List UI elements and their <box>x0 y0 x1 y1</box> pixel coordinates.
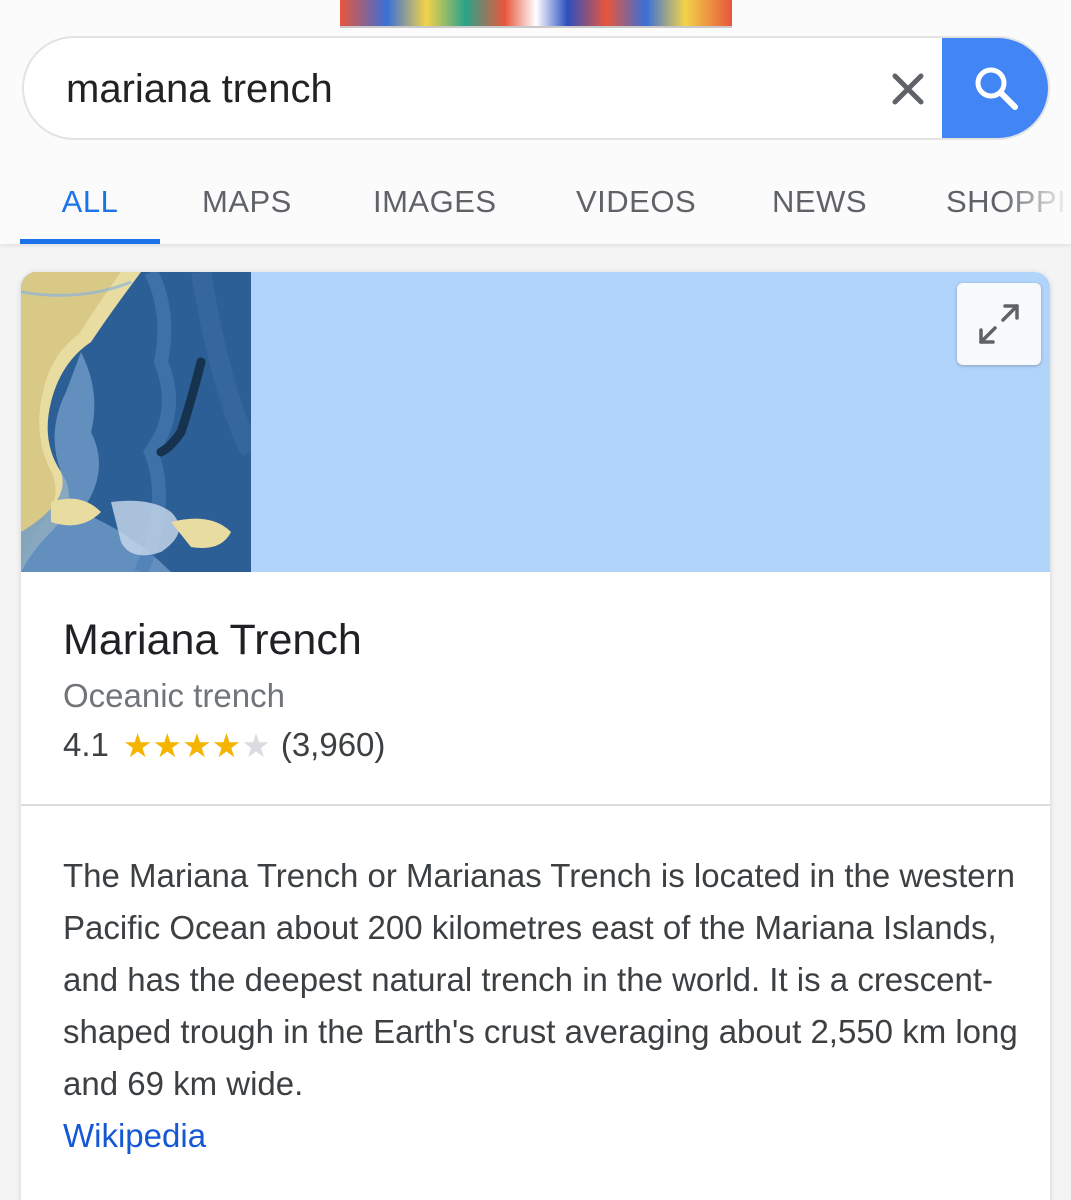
expand-icon <box>979 304 1019 344</box>
tab-images[interactable]: IMAGES <box>331 160 539 244</box>
tab-videos[interactable]: VIDEOS <box>534 160 738 244</box>
tab-maps[interactable]: MAPS <box>160 160 334 244</box>
star-empty-icon: ★ <box>241 726 271 764</box>
close-icon <box>892 73 924 105</box>
clear-button[interactable] <box>876 60 940 118</box>
description-text: The Mariana Trench or Marianas Trench is… <box>63 857 1018 1102</box>
search-button[interactable] <box>942 38 1048 138</box>
knowledge-panel: Mariana Trench Oceanic trench 4.1 ★ ★ ★ ★ ★ … <box>21 272 1050 1200</box>
divider <box>21 804 1050 806</box>
star-filled-icon: ★ <box>152 726 183 764</box>
search-icon <box>975 67 1018 110</box>
search-results-page: ALL MAPS IMAGES VIDEOS NEWS SHOPPI <box>0 0 1071 1200</box>
entity-header: Mariana Trench Oceanic trench 4.1 ★ ★ ★ ★ ★ … <box>63 612 385 768</box>
tab-news[interactable]: NEWS <box>730 160 909 244</box>
search-input[interactable] <box>66 64 826 114</box>
tab-all[interactable]: ALL <box>20 160 160 244</box>
rating-count[interactable]: (3,960) <box>281 726 386 764</box>
entity-description: The Mariana Trench or Marianas Trench is… <box>63 850 1023 1162</box>
rating-value: 4.1 <box>63 726 109 763</box>
star-filled-icon: ★ <box>182 726 212 764</box>
doodle-banner[interactable] <box>340 0 732 28</box>
search-box[interactable] <box>22 36 1050 140</box>
map-image <box>21 272 251 572</box>
map-thumbnail[interactable] <box>21 272 251 572</box>
star-filled-icon: ★ <box>211 726 242 764</box>
star-rating: ★ ★ ★ ★ ★ <box>123 729 271 762</box>
rating-row[interactable]: 4.1 ★ ★ ★ ★ ★ (3,960) <box>63 722 385 768</box>
wikipedia-link[interactable]: Wikipedia <box>63 1110 1023 1162</box>
search-tabs: ALL MAPS IMAGES VIDEOS NEWS SHOPPI <box>0 160 1071 244</box>
star-filled-icon: ★ <box>122 726 153 764</box>
entity-title: Mariana Trench <box>63 616 362 664</box>
map-area[interactable] <box>21 272 1050 572</box>
tabs-fade <box>1001 160 1071 244</box>
entity-subtitle: Oceanic trench <box>63 677 285 714</box>
expand-map-button[interactable] <box>957 283 1041 365</box>
search-header: ALL MAPS IMAGES VIDEOS NEWS SHOPPI <box>0 0 1071 244</box>
